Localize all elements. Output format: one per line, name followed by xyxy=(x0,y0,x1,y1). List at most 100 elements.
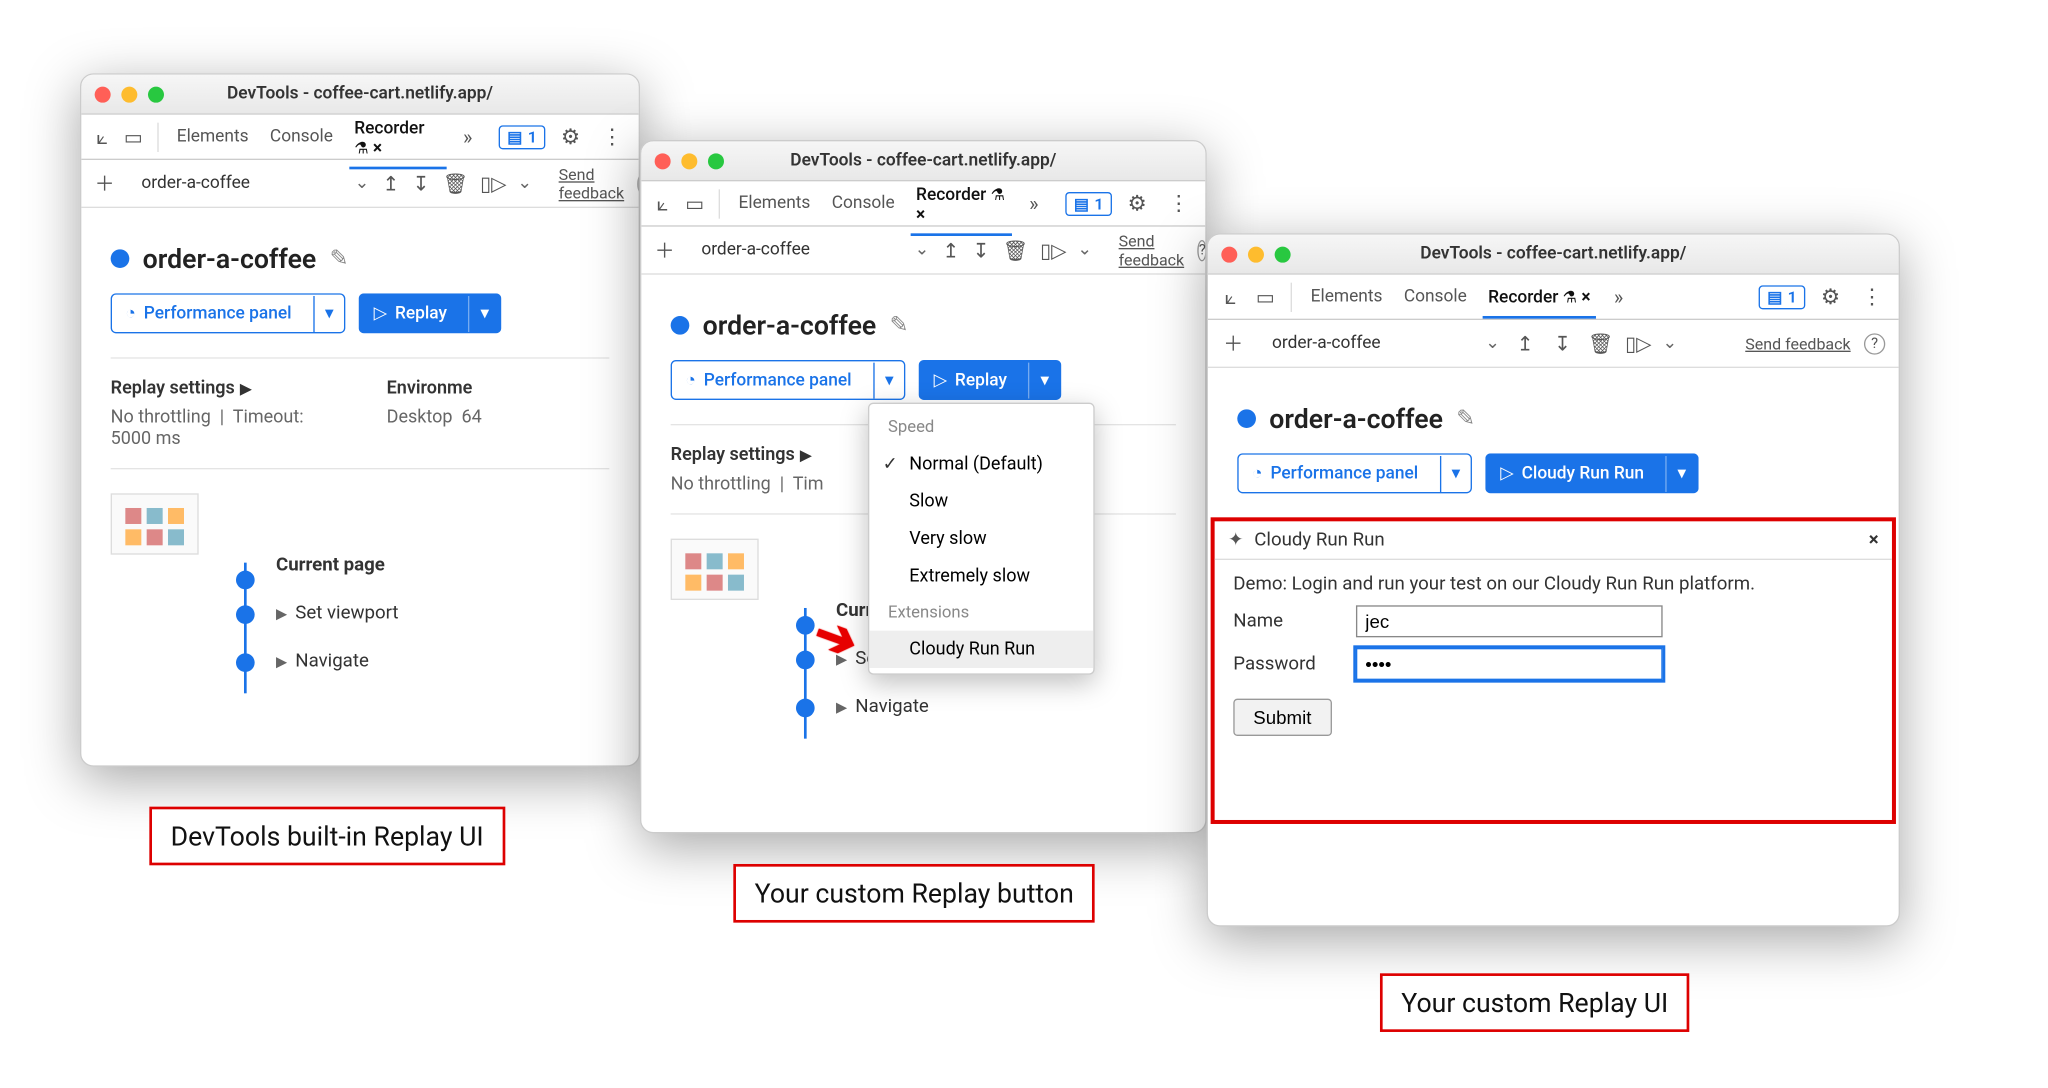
edit-icon[interactable]: ✎ xyxy=(1456,405,1475,432)
record-indicator-icon xyxy=(1237,409,1256,428)
speed-veryslow-item[interactable]: Very slow xyxy=(869,520,1093,557)
delete-icon[interactable]: 🗑 xyxy=(443,171,467,195)
inspect-icon[interactable]: ⟀ xyxy=(652,191,673,215)
password-input[interactable] xyxy=(1356,648,1663,680)
settings-icon[interactable]: ⚙ xyxy=(556,124,586,149)
chevron-down-icon[interactable]: ⌄ xyxy=(355,173,370,193)
kebab-menu-icon[interactable]: ⋮ xyxy=(1856,284,1888,309)
page-thumbnail xyxy=(111,493,199,554)
replay-button[interactable]: ▷Replay ▾ xyxy=(359,293,501,333)
tab-elements[interactable]: Elements xyxy=(171,119,254,155)
replay-button[interactable]: ▷Replay ▾ xyxy=(919,360,1061,400)
maximize-window-icon[interactable] xyxy=(148,86,164,102)
tab-recorder[interactable]: Recorder ⚗ × xyxy=(911,177,1013,236)
step-current-page[interactable]: Current page xyxy=(236,555,609,590)
maximize-window-icon[interactable] xyxy=(1275,246,1291,262)
performance-panel-button[interactable]: ◔Performance panel ▾ xyxy=(1237,453,1472,493)
window-title: DevTools - coffee-cart.netlify.app/ xyxy=(790,151,1056,171)
more-tabs-icon[interactable]: » xyxy=(457,125,477,149)
step-set-viewport[interactable]: ▶Set viewport xyxy=(236,589,609,637)
device-icon[interactable]: ▭ xyxy=(684,191,705,215)
delete-icon[interactable]: 🗑 xyxy=(1588,331,1612,355)
replay-dropdown-icon[interactable]: ▾ xyxy=(468,295,499,331)
settings-icon[interactable]: ⚙ xyxy=(1815,284,1845,309)
export-icon[interactable]: ↥ xyxy=(1513,331,1537,355)
add-icon[interactable]: ＋ xyxy=(95,169,115,197)
tab-console[interactable]: Console xyxy=(1398,279,1472,315)
tab-console[interactable]: Console xyxy=(265,119,339,155)
settings-icon[interactable]: ⚙ xyxy=(1122,191,1152,216)
kebab-menu-icon[interactable]: ⋮ xyxy=(596,124,628,149)
help-icon[interactable]: ? xyxy=(1197,239,1206,260)
step-navigate[interactable]: ▶Navigate xyxy=(236,637,609,685)
replay-dropdown-icon[interactable]: ▾ xyxy=(1665,455,1696,491)
close-window-icon[interactable] xyxy=(1221,246,1237,262)
speed-normal-item[interactable]: Normal (Default) xyxy=(869,445,1093,482)
more-tabs-icon[interactable]: » xyxy=(1023,191,1044,215)
step-play-icon[interactable]: ▯▷ xyxy=(480,171,504,195)
inspect-icon[interactable]: ⟀ xyxy=(1219,285,1243,309)
extension-replay-panel: ✦ Cloudy Run Run × Demo: Login and run y… xyxy=(1211,517,1896,824)
submit-button[interactable]: Submit xyxy=(1233,699,1331,736)
export-icon[interactable]: ↥ xyxy=(383,171,400,195)
send-feedback-link[interactable]: Send feedback xyxy=(1119,231,1185,268)
close-tab-icon[interactable]: × xyxy=(916,205,925,225)
replay-dropdown-icon[interactable]: ▾ xyxy=(1028,362,1059,398)
minimize-window-icon[interactable] xyxy=(121,86,137,102)
name-input[interactable] xyxy=(1356,605,1663,637)
titlebar: DevTools - coffee-cart.netlify.app/ xyxy=(81,75,638,115)
cloudy-run-button[interactable]: ▷Cloudy Run Run ▾ xyxy=(1486,453,1699,493)
edit-icon[interactable]: ✎ xyxy=(890,312,909,339)
speed-extreme-item[interactable]: Extremely slow xyxy=(869,557,1093,594)
device-icon[interactable]: ▭ xyxy=(1253,285,1277,309)
perf-dropdown-icon[interactable]: ▾ xyxy=(1440,455,1471,491)
export-icon[interactable]: ↥ xyxy=(943,238,960,262)
send-feedback-link[interactable]: Send feedback xyxy=(559,165,625,202)
import-icon[interactable]: ↧ xyxy=(973,238,990,262)
speed-slow-item[interactable]: Slow xyxy=(869,483,1093,520)
step-navigate[interactable]: ▶Navigate xyxy=(796,683,1176,731)
close-window-icon[interactable] xyxy=(95,86,111,102)
inspect-icon[interactable]: ⟀ xyxy=(92,125,112,149)
step-play-icon[interactable]: ▯▷ xyxy=(1040,238,1064,262)
send-feedback-link[interactable]: Send feedback xyxy=(1745,334,1850,353)
import-icon[interactable]: ↧ xyxy=(1551,331,1575,355)
perf-dropdown-icon[interactable]: ▾ xyxy=(873,362,904,398)
tab-recorder[interactable]: Recorder ⚗ × xyxy=(349,110,447,169)
more-tabs-icon[interactable]: » xyxy=(1607,285,1631,309)
edit-icon[interactable]: ✎ xyxy=(330,245,349,272)
chevron-down-icon[interactable]: ⌄ xyxy=(517,173,532,193)
help-icon[interactable]: ? xyxy=(1864,333,1885,354)
tab-console[interactable]: Console xyxy=(826,185,900,221)
issues-badge[interactable]: ▤ 1 xyxy=(1759,285,1805,309)
tab-recorder[interactable]: Recorder ⚗ × xyxy=(1483,280,1596,319)
minimize-window-icon[interactable] xyxy=(1248,246,1264,262)
extension-cloudy-item[interactable]: Cloudy Run Run xyxy=(869,631,1093,668)
replay-settings-header[interactable]: Replay settings▶ xyxy=(671,444,897,465)
recording-name-select[interactable]: order-a-coffee xyxy=(1272,333,1472,353)
close-tab-icon[interactable]: × xyxy=(373,138,382,158)
performance-panel-button[interactable]: ◔Performance panel ▾ xyxy=(671,360,906,400)
replay-settings-header[interactable]: Replay settings▶ xyxy=(111,377,334,398)
performance-panel-button[interactable]: ◔Performance panel ▾ xyxy=(111,293,346,333)
kebab-menu-icon[interactable]: ⋮ xyxy=(1163,191,1195,216)
recording-name-select[interactable]: order-a-coffee xyxy=(701,240,901,260)
device-icon[interactable]: ▭ xyxy=(123,125,143,149)
close-window-icon[interactable] xyxy=(655,153,671,169)
add-icon[interactable]: ＋ xyxy=(655,236,675,264)
close-panel-icon[interactable]: × xyxy=(1869,529,1879,550)
recording-name-select[interactable]: order-a-coffee xyxy=(141,173,341,193)
tab-elements[interactable]: Elements xyxy=(1305,279,1388,315)
minimize-window-icon[interactable] xyxy=(681,153,697,169)
delete-icon[interactable]: 🗑 xyxy=(1003,238,1027,262)
import-icon[interactable]: ↧ xyxy=(413,171,430,195)
perf-dropdown-icon[interactable]: ▾ xyxy=(313,295,344,331)
close-tab-icon[interactable]: × xyxy=(1581,288,1590,308)
maximize-window-icon[interactable] xyxy=(708,153,724,169)
add-icon[interactable]: ＋ xyxy=(1221,329,1245,357)
replay-speed-dropdown: Speed Normal (Default) Slow Very slow Ex… xyxy=(868,403,1095,675)
tab-elements[interactable]: Elements xyxy=(733,185,816,221)
issues-badge[interactable]: ▤ 1 xyxy=(1066,191,1112,215)
step-play-icon[interactable]: ▯▷ xyxy=(1625,331,1649,355)
issues-badge[interactable]: ▤ 1 xyxy=(499,125,545,149)
